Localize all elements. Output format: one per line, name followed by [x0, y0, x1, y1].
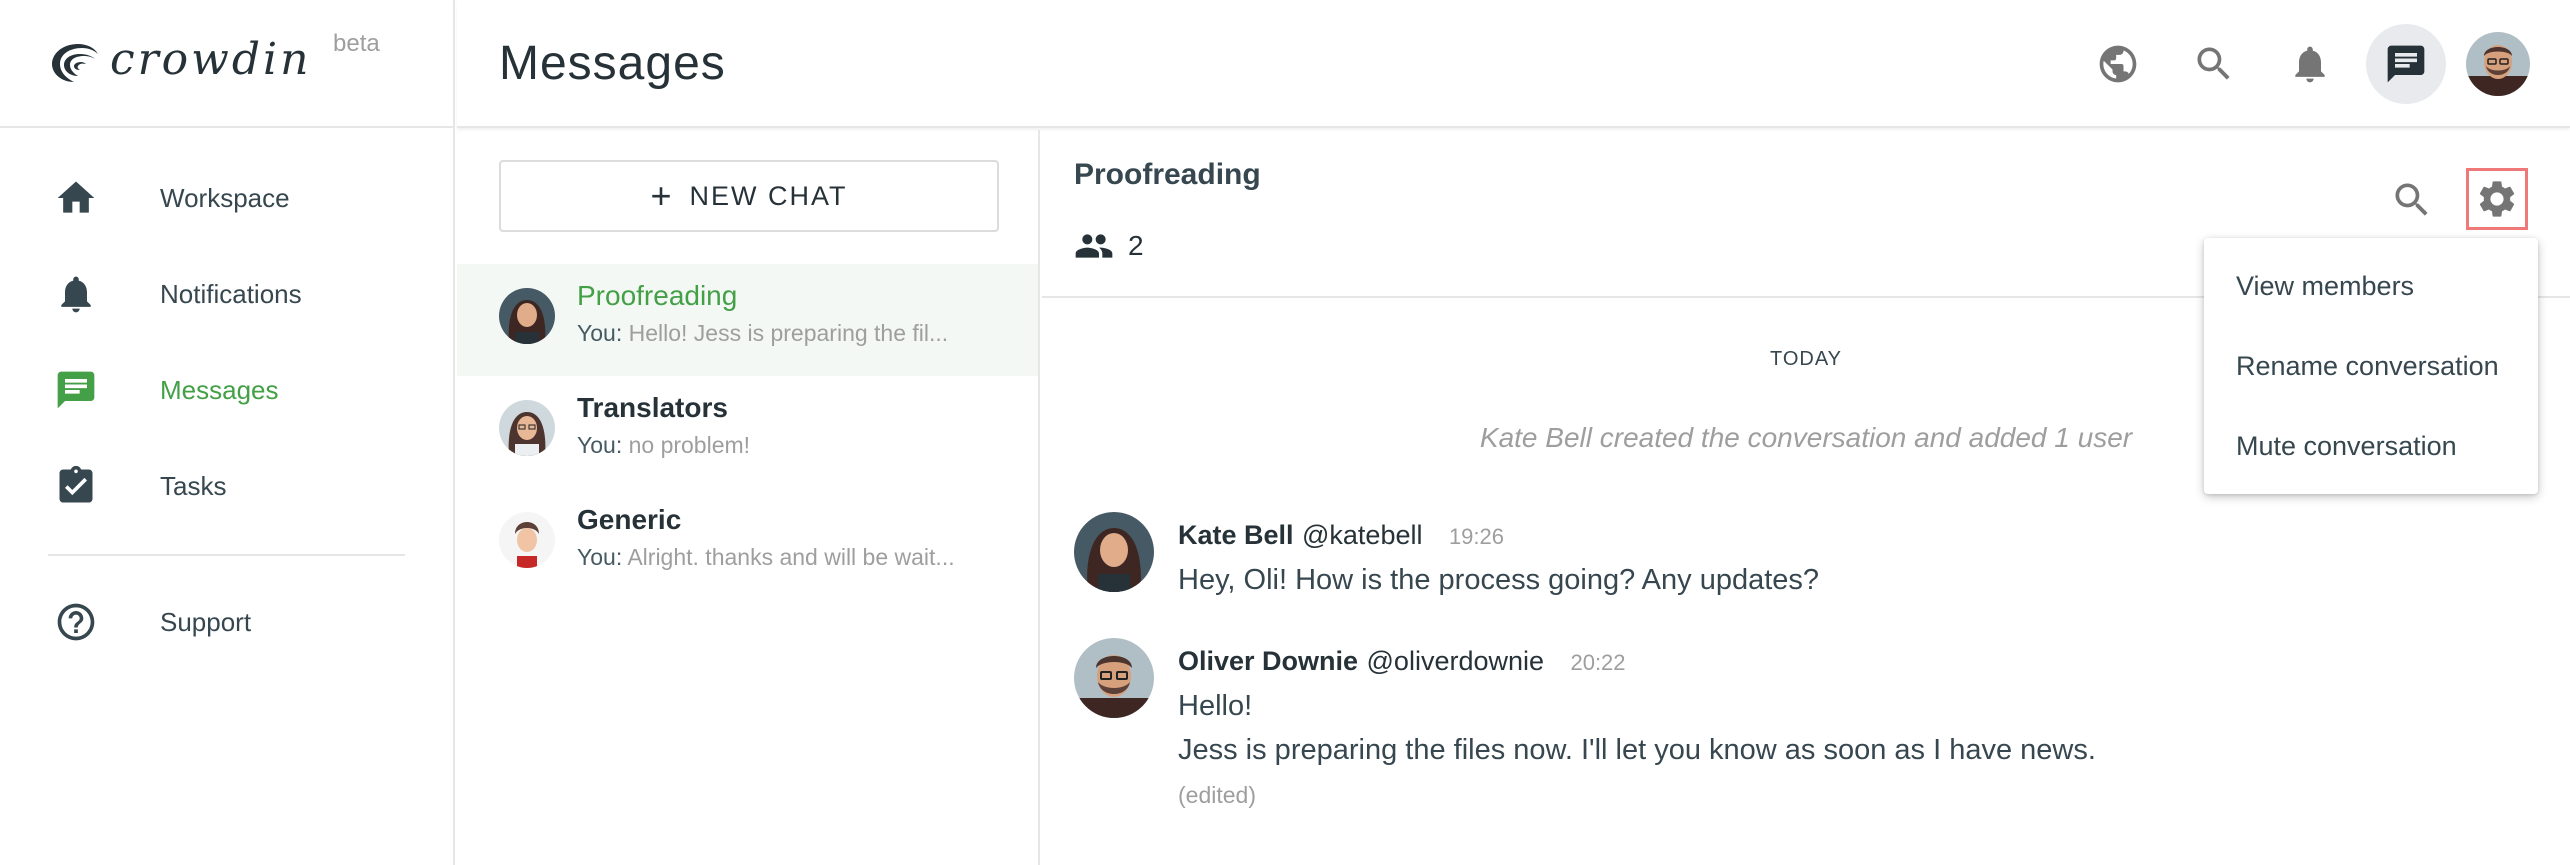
members-count[interactable]: 2	[1074, 226, 1144, 266]
globe-icon	[2099, 45, 2137, 83]
top-header: Messages	[457, 0, 2570, 128]
message-header: Oliver Downie @oliverdownie 20:22	[1178, 646, 1626, 677]
sidebar-item-support[interactable]: Support	[0, 574, 453, 670]
menu-item-rename-conversation[interactable]: Rename conversation	[2204, 326, 2538, 406]
chat-icon	[2387, 45, 2425, 83]
edited-label: (edited)	[1178, 782, 1256, 808]
search-icon	[2197, 47, 2230, 80]
sidebar-item-label: Support	[160, 606, 252, 637]
chat-item-proofreading[interactable]: Proofreading You: Hello! Jess is prepari…	[457, 264, 1038, 376]
chat-items: Proofreading You: Hello! Jess is prepari…	[457, 264, 1038, 600]
new-chat-button[interactable]: + NEW CHAT	[499, 160, 999, 232]
header-actions	[2062, 24, 2530, 104]
sidebar-item-workspace[interactable]: Workspace	[0, 150, 453, 246]
message-handle: @katebell	[1302, 520, 1423, 550]
conversation-title: Proofreading	[1074, 158, 1261, 191]
nav-divider	[48, 554, 405, 556]
chat-title: Proofreading	[577, 280, 738, 311]
avatar	[499, 400, 555, 456]
plus-icon: +	[650, 175, 672, 216]
chat-title: Translators	[577, 392, 728, 423]
sidebar-item-label: Workspace	[160, 182, 290, 213]
sidebar-item-messages[interactable]: Messages	[0, 342, 453, 438]
menu-item-view-members[interactable]: View members	[2204, 246, 2538, 326]
chat-preview-text: no problem!	[628, 432, 751, 458]
help-circle-icon	[52, 598, 100, 646]
conversation-settings-menu: View members Rename conversation Mute co…	[2204, 238, 2538, 494]
sidebar-item-label: Tasks	[160, 470, 227, 501]
sidebar-item-label: Messages	[160, 374, 279, 405]
chat-icon	[52, 366, 100, 414]
message-author[interactable]: Oliver Downie	[1178, 646, 1358, 676]
logo-area[interactable]: crowdin beta	[0, 0, 453, 128]
chat-preview: You: Hello! Jess is preparing the fil...	[577, 320, 997, 347]
sidebar-nav: Workspace Notifications Messages Tasks S…	[0, 128, 453, 670]
message-text: Jess is preparing the files now. I'll le…	[1178, 734, 2096, 766]
message-text: Hello!	[1178, 690, 1253, 722]
people-icon	[1075, 234, 1113, 258]
menu-item-mute-conversation[interactable]: Mute conversation	[2204, 406, 2538, 486]
chat-preview-author: You:	[577, 544, 623, 570]
search-icon	[2395, 183, 2428, 216]
search-button[interactable]	[2174, 24, 2254, 104]
page-title: Messages	[499, 37, 726, 90]
chat-title: Generic	[577, 504, 682, 535]
chat-preview-author: You:	[577, 432, 623, 458]
new-chat-label: NEW CHAT	[689, 180, 848, 211]
message-header: Kate Bell @katebell 19:26	[1178, 520, 1504, 551]
sidebar-item-notifications[interactable]: Notifications	[0, 246, 453, 342]
chat-item-generic[interactable]: Generic You: Alright. thanks and will be…	[457, 488, 1038, 600]
chat-preview-author: You:	[577, 320, 623, 346]
crowdin-logo-icon	[52, 44, 98, 82]
avatar-man-glasses	[2466, 32, 2530, 96]
bell-icon	[52, 270, 100, 318]
member-count-value: 2	[1128, 230, 1144, 261]
notifications-button[interactable]	[2270, 24, 2350, 104]
conversation-settings-button[interactable]	[2466, 168, 2528, 230]
avatar[interactable]	[1074, 638, 1154, 718]
home-icon	[52, 174, 100, 222]
bell-icon	[2295, 46, 2325, 83]
avatar[interactable]	[1074, 512, 1154, 592]
message-time: 19:26	[1448, 524, 1504, 549]
chat-list-panel: + NEW CHAT Proofreading You: Hello! Jess…	[457, 130, 1040, 865]
avatar	[499, 288, 555, 344]
sidebar-item-label: Notifications	[160, 278, 302, 309]
conversation-search-button[interactable]	[2382, 170, 2442, 230]
chat-preview: You: no problem!	[577, 432, 997, 459]
beta-badge: beta	[333, 30, 380, 57]
messages-button[interactable]	[2366, 24, 2446, 104]
chat-item-translators[interactable]: Translators You: no problem!	[457, 376, 1038, 488]
language-button[interactable]	[2078, 24, 2158, 104]
message-author[interactable]: Kate Bell	[1178, 520, 1294, 550]
logo-wordmark: crowdin	[110, 34, 312, 85]
clipboard-check-icon	[52, 462, 100, 510]
sidebar-item-tasks[interactable]: Tasks	[0, 438, 453, 534]
user-avatar[interactable]	[2466, 32, 2530, 96]
message-time: 20:22	[1570, 650, 1626, 675]
chat-preview: You: Alright. thanks and will be wait...	[577, 544, 997, 571]
message-handle: @oliverdownie	[1366, 646, 1545, 676]
chat-preview-text: Alright. thanks and will be wait...	[627, 544, 955, 570]
gear-icon	[2479, 181, 2515, 217]
chat-preview-text: Hello! Jess is preparing the fil...	[628, 320, 949, 346]
avatar	[499, 512, 555, 568]
message-text: Hey, Oli! How is the process going? Any …	[1178, 564, 1820, 596]
sidebar: crowdin beta Workspace Notifications Mes…	[0, 0, 455, 865]
